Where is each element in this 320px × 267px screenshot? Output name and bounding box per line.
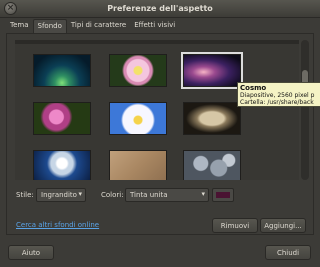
color-picker-button[interactable]	[212, 188, 234, 202]
wallpaper-thumbnail[interactable]	[109, 54, 167, 87]
tab-tema[interactable]: Tema	[6, 19, 33, 33]
color-swatch	[216, 192, 230, 198]
help-button[interactable]: Aiuto	[8, 245, 54, 260]
tab-bar: Tema Sfondo Tipi di carattere Effetti vi…	[6, 19, 179, 33]
gallery-scrollbar[interactable]	[301, 40, 309, 180]
wallpaper-thumbnail[interactable]	[109, 102, 167, 135]
colors-label: Colori:	[101, 191, 124, 199]
background-panel	[6, 33, 314, 235]
style-select-value: Ingrandito	[41, 191, 77, 199]
chevron-down-icon: ▾	[78, 190, 82, 198]
close-button[interactable]: Chiudi	[265, 245, 311, 260]
tooltip-folder: Cartella: /usr/share/back	[240, 99, 314, 106]
wallpaper-thumbnail[interactable]	[109, 150, 167, 180]
colors-select-value: Tinta unita	[130, 191, 168, 199]
window-title: Preferenze dell'aspetto	[107, 4, 213, 13]
title-bar: × Preferenze dell'aspetto	[0, 0, 320, 18]
tab-sfondo[interactable]: Sfondo	[32, 19, 67, 33]
tab-tipi-di-carattere[interactable]: Tipi di carattere	[67, 19, 130, 33]
tooltip-resolution: Diapositive, 2560 pixel p	[240, 92, 315, 99]
wallpaper-thumbnail[interactable]	[33, 54, 91, 87]
style-label: Stile:	[16, 191, 34, 199]
tooltip-title: Cosmo	[240, 84, 267, 92]
wallpaper-gallery	[15, 40, 299, 180]
tab-effetti-visivi[interactable]: Effetti visivi	[130, 19, 179, 33]
style-select[interactable]: Ingrandito ▾	[36, 188, 86, 202]
remove-button[interactable]: Rimuovi	[212, 218, 258, 233]
search-online-link[interactable]: Cerca altri sfondi online	[16, 221, 99, 229]
wallpaper-thumbnail-cosmo[interactable]	[183, 54, 241, 87]
colors-select[interactable]: Tinta unita ▾	[125, 188, 209, 202]
add-button[interactable]: Aggiungi...	[260, 218, 306, 233]
wallpaper-thumbnail[interactable]	[183, 150, 241, 180]
chevron-down-icon: ▾	[201, 190, 205, 198]
wallpaper-thumbnail[interactable]	[183, 102, 241, 135]
wallpaper-tooltip: Cosmo Diapositive, 2560 pixel p Cartella…	[237, 82, 320, 107]
wallpaper-thumbnail[interactable]	[33, 102, 91, 135]
wallpaper-thumbnail[interactable]	[33, 150, 91, 180]
